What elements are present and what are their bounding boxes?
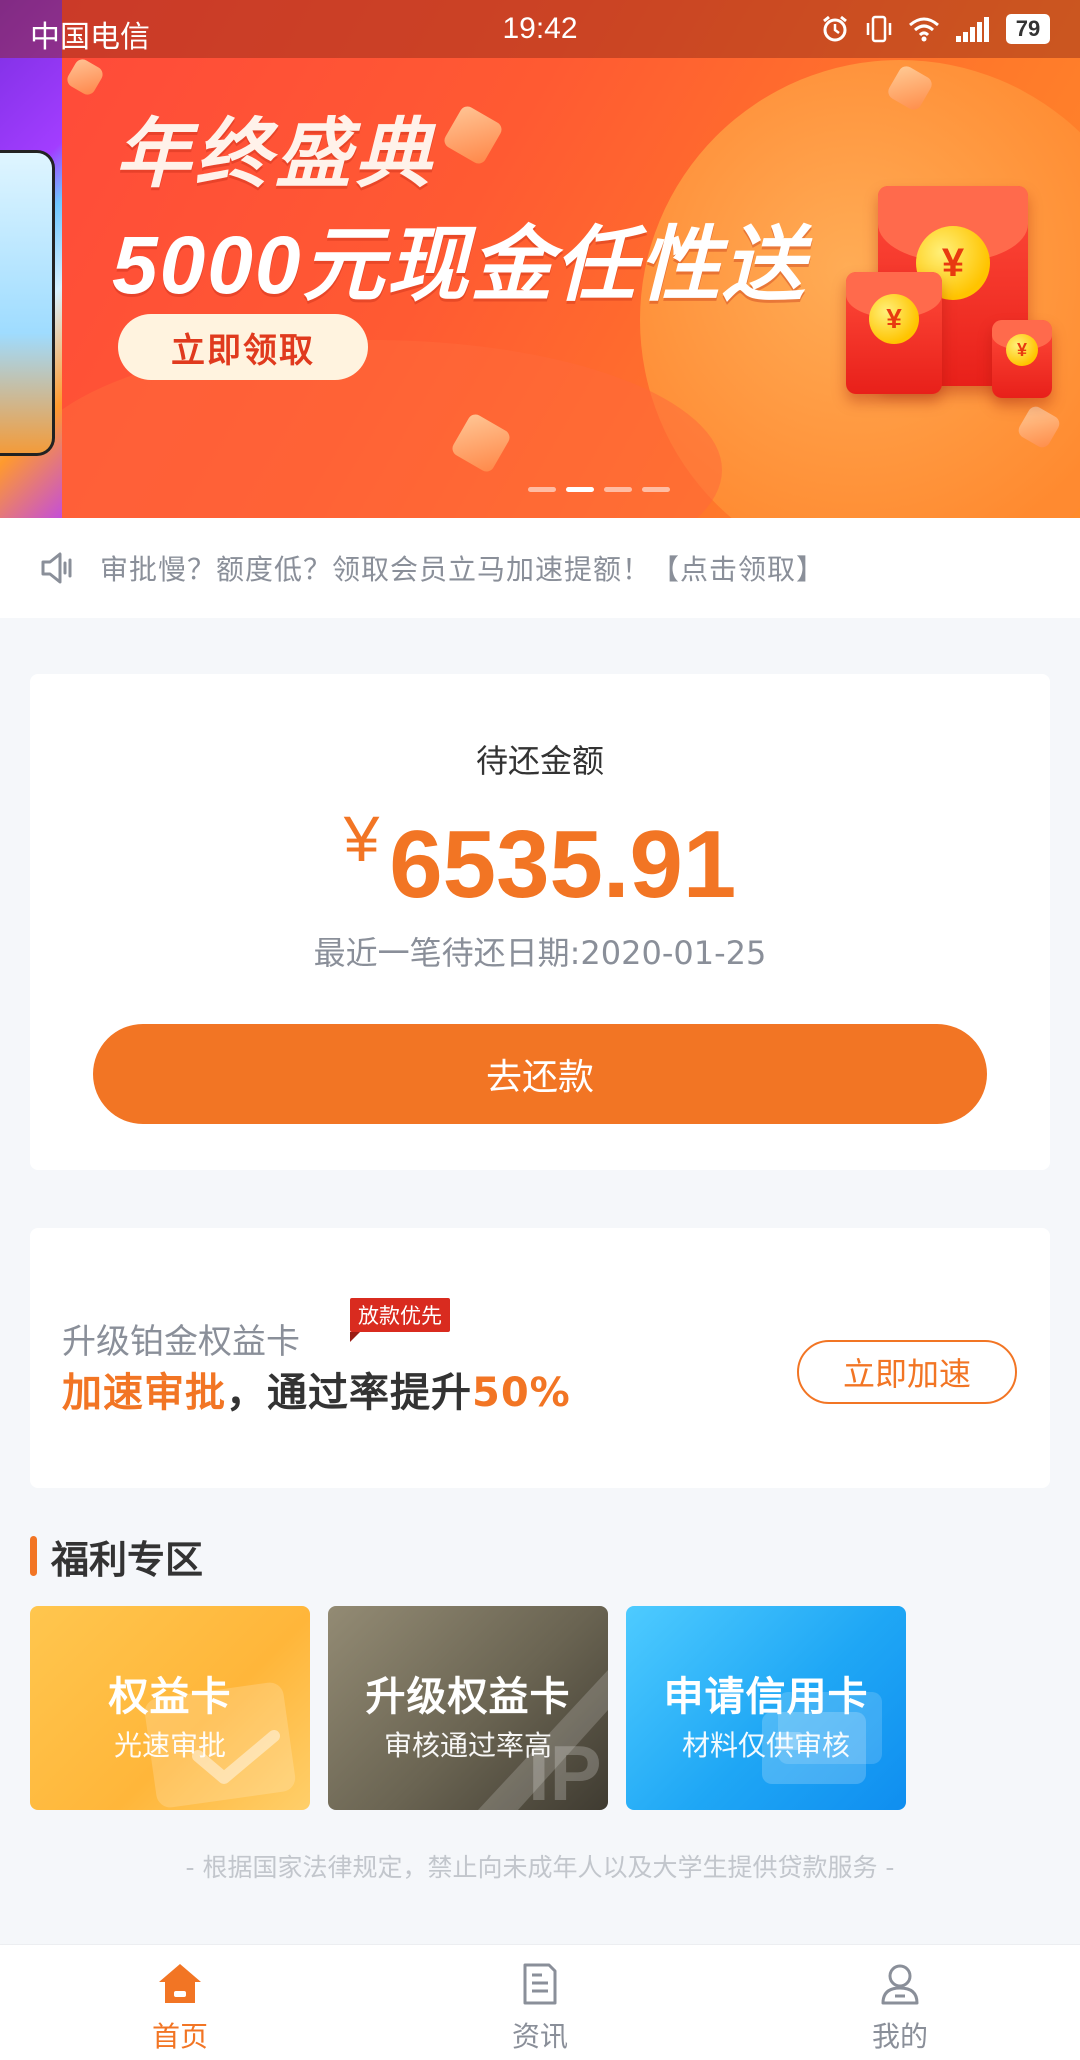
amount-due-label: 待还金额 <box>475 742 604 780</box>
speaker-icon <box>41 552 72 584</box>
upgrade-middle-text: ，通过率提升 <box>226 1370 472 1416</box>
user-icon <box>881 1964 919 2005</box>
tile-subtitle: 光速审批 <box>113 1729 226 1762</box>
notice-text[interactable]: 审批慢？额度低？领取会员立马加速提额！【点击领取】 <box>100 548 825 588</box>
claim-now-button[interactable]: 立即领取 <box>118 314 368 380</box>
section-marker <box>30 1536 37 1576</box>
welfare-section-title: 福利专区 <box>51 1537 204 1582</box>
legal-disclaimer: - 根据国家法律规定，禁止向未成年人以及大学生提供贷款服务 - <box>185 1853 895 1882</box>
upgrade-description: 加速审批，通过率提升50% <box>62 1360 571 1418</box>
amount-due-value: 6535.91 <box>389 811 737 918</box>
news-icon <box>523 1963 557 2005</box>
tab-label: 我的 <box>871 2020 928 2053</box>
status-icons: 79 <box>820 12 1050 46</box>
coin-icon: ¥ <box>1006 334 1038 366</box>
speed-up-button[interactable]: 立即加速 <box>797 1340 1017 1404</box>
upgrade-title: 升级铂金权益卡 <box>62 1322 300 1362</box>
carousel-dot <box>642 487 670 492</box>
red-envelope-icon: ¥ <box>992 320 1052 398</box>
banner-decoration <box>64 56 106 98</box>
banner-subtitle: 5000元现金任性送 <box>112 220 807 311</box>
carousel-dot <box>528 487 556 492</box>
signal-icon <box>956 17 989 42</box>
priority-tag: 放款优先 <box>350 1298 450 1342</box>
tab-profile[interactable]: 我的 <box>720 1945 1080 2060</box>
bottom-tab-bar: 首页 资讯 我的 <box>0 1944 1080 2060</box>
tile-upgrade-rights-card[interactable]: IP 升级权益卡 审核通过率高 <box>328 1606 608 1810</box>
vibrate-icon <box>866 15 892 43</box>
alarm-icon <box>823 15 847 42</box>
tile-title: 升级权益卡 <box>365 1674 571 1720</box>
promo-banner[interactable]: ¥ ¥ ¥ 年终盛典 5000元现金任性送 立即领取 <box>0 0 1080 518</box>
carousel-indicator <box>528 487 670 492</box>
repay-button[interactable]: 去还款 <box>93 1024 987 1124</box>
red-envelope-icon: ¥ <box>846 272 942 394</box>
carousel-dot <box>604 487 632 492</box>
battery-indicator: 79 <box>1006 14 1050 44</box>
upgrade-highlight: 加速审批 <box>62 1370 226 1416</box>
welfare-tiles: 权益卡 光速审批 IP 升级权益卡 审核通过率高 申请信用卡 材料仅供审核 <box>30 1606 906 1810</box>
tile-rights-card[interactable]: 权益卡 光速审批 <box>30 1606 310 1810</box>
tile-subtitle: 材料仅供审核 <box>681 1729 850 1762</box>
next-due-date: 最近一笔待还日期:2020-01-25 <box>313 934 767 972</box>
tab-label: 资讯 <box>511 2020 568 2053</box>
notice-bar[interactable]: 审批慢？额度低？领取会员立马加速提额！【点击领取】 <box>0 518 1080 618</box>
tile-credit-card[interactable]: 申请信用卡 材料仅供审核 <box>626 1606 906 1810</box>
coin-icon: ¥ <box>869 294 919 344</box>
previous-slide-peek <box>0 0 62 518</box>
tab-label: 首页 <box>151 2020 208 2053</box>
wifi-icon <box>909 17 939 42</box>
tab-news[interactable]: 资讯 <box>360 1945 720 2060</box>
carousel-dot-active <box>566 487 594 492</box>
banner-decoration <box>441 103 505 167</box>
upgrade-card: 升级铂金权益卡 放款优先 加速审批，通过率提升50% 立即加速 <box>30 1228 1050 1488</box>
repayment-card: 待还金额 ¥6535.91 最近一笔待还日期:2020-01-25 去还款 <box>30 674 1050 1170</box>
welfare-section-header: 福利专区 <box>30 1534 203 1582</box>
home-icon <box>159 1964 201 2003</box>
tile-subtitle: 审核通过率高 <box>383 1729 552 1762</box>
amount-due: ¥6535.91 <box>30 802 1050 920</box>
currency-symbol: ¥ <box>343 803 380 875</box>
status-bar: 中国电信 19:42 79 <box>0 0 1080 58</box>
tile-title: 权益卡 <box>108 1674 232 1720</box>
upgrade-percent: 50% <box>472 1370 571 1416</box>
tab-home[interactable]: 首页 <box>0 1945 360 2060</box>
banner-title: 年终盛典 <box>115 112 435 197</box>
tile-title: 申请信用卡 <box>663 1674 869 1720</box>
